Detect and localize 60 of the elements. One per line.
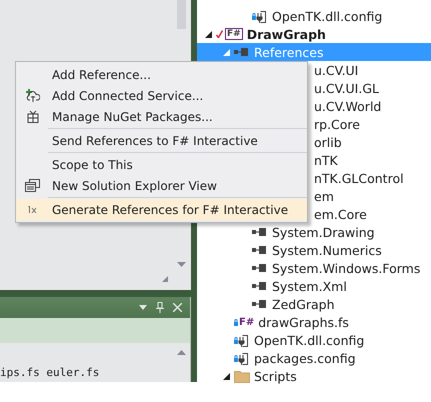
tree-item[interactable]: System.Drawing — [197, 223, 431, 241]
tree-item[interactable]: Scripts — [197, 367, 431, 385]
lock-plug-file-icon — [234, 352, 248, 364]
menu-item[interactable]: Manage NuGet Packages... — [16, 106, 307, 127]
item-label: OpenTK.dll.config — [272, 8, 382, 24]
item-label: nTK — [314, 152, 338, 168]
collapse-arrow-icon[interactable] — [204, 30, 212, 38]
cloud-plug-icon — [26, 89, 40, 102]
tree-item[interactable]: OpenTK.dll.config — [197, 7, 431, 25]
check-icon — [216, 30, 223, 38]
pin-icon[interactable] — [156, 302, 164, 313]
tree-item[interactable]: F# DrawGraph — [197, 25, 431, 43]
menu-item[interactable]: Add Reference... — [16, 64, 307, 85]
item-label: ZedGraph — [272, 296, 335, 312]
output-line: ips.fs euler.fs — [0, 365, 100, 381]
item-label: Scripts — [254, 368, 297, 384]
menu-item[interactable]: Send References to F# Interactive — [16, 130, 307, 151]
item-label: System.Numerics — [272, 242, 382, 258]
item-label: OpenTK.dll.config — [254, 332, 364, 348]
item-label: DrawGraph — [246, 26, 326, 42]
windows-list-icon — [25, 179, 40, 192]
menu-item[interactable]: New Solution Explorer View — [16, 175, 307, 196]
reference-icon — [252, 228, 266, 236]
item-label: System.Drawing — [272, 224, 375, 240]
item-label: System.Windows.Forms — [272, 260, 420, 276]
tree-item[interactable]: ZedGraph — [197, 295, 431, 313]
lock-plug-file-icon — [252, 10, 266, 22]
item-label: em — [314, 188, 334, 204]
item-label: packages.config — [254, 350, 356, 366]
reference-icon — [252, 300, 266, 308]
lock-icon — [234, 318, 238, 326]
tree-item[interactable]: System.Xml — [197, 277, 431, 295]
menu-item[interactable]: Generate References for F# Interactive — [16, 199, 307, 220]
gift-box-icon — [26, 110, 38, 123]
item-label: References — [254, 44, 324, 60]
scroll-up-arrow-icon[interactable] — [177, 350, 186, 355]
menu-item[interactable]: Scope to This — [16, 154, 307, 175]
resize-grip-icon — [162, 276, 168, 282]
item-label: u.CV.World — [314, 98, 382, 114]
close-icon[interactable] — [173, 303, 182, 312]
folder-icon — [234, 370, 250, 382]
lock-plug-file-icon — [234, 334, 248, 346]
item-label: u.CV.UI — [314, 62, 358, 78]
reference-icon — [252, 246, 266, 254]
tree-item[interactable]: System.Numerics — [197, 241, 431, 259]
tree-item[interactable]: System.Windows.Forms — [197, 259, 431, 277]
dropdown-icon[interactable] — [139, 305, 147, 310]
language-label: F# — [239, 316, 254, 328]
reference-icon — [252, 282, 266, 290]
reference-icon — [252, 264, 266, 272]
collapse-arrow-icon[interactable] — [222, 372, 230, 380]
scroll-down-arrow-icon[interactable] — [177, 262, 186, 267]
item-label: drawGraphs.fs — [258, 314, 349, 330]
tree-item[interactable]: F# drawGraphs.fs — [197, 313, 431, 331]
tree-item[interactable]: packages.config — [197, 349, 431, 367]
reference-icon — [234, 48, 248, 56]
tree-item[interactable]: OpenTK.dll.config — [197, 331, 431, 349]
item-label: System.Xml — [272, 278, 347, 294]
language-label: F# — [225, 28, 243, 40]
menu-item[interactable]: Add Connected Service... — [16, 85, 307, 106]
